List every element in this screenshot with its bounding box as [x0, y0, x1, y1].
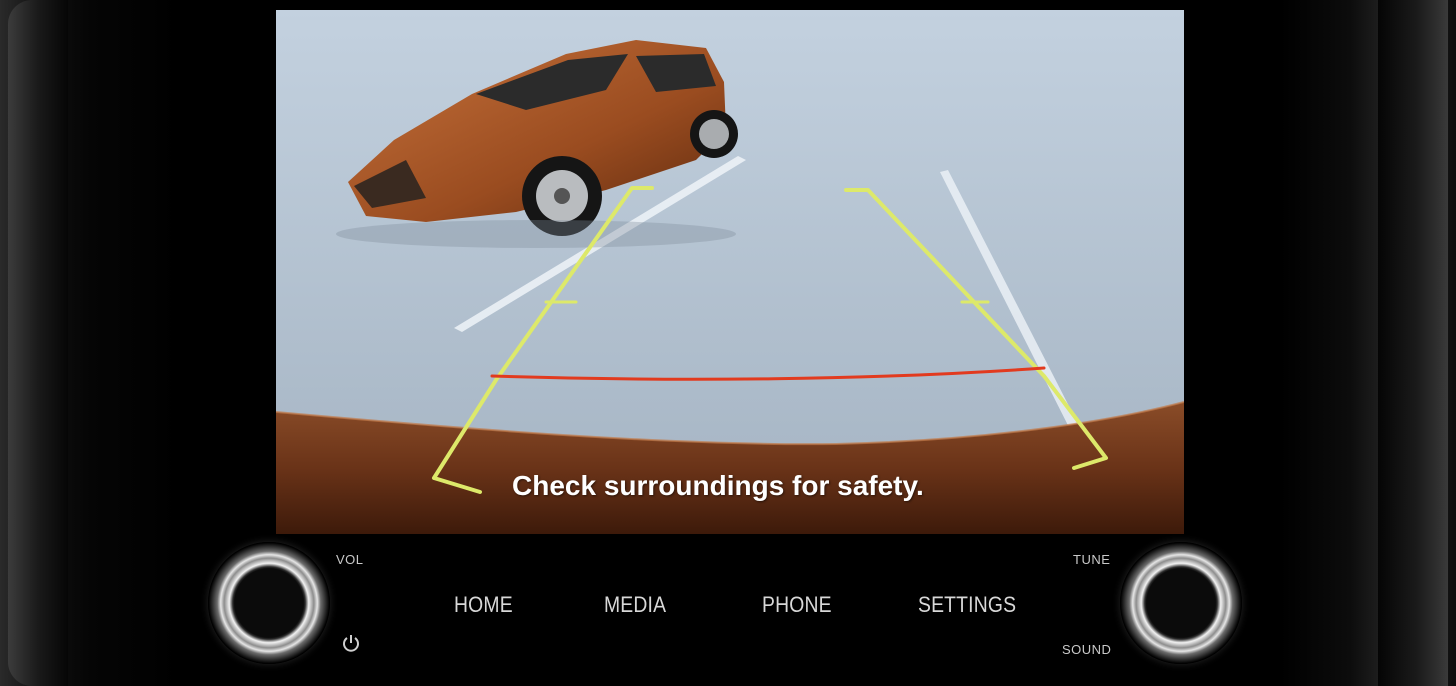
bezel-left-trim [8, 0, 68, 686]
sound-label: SOUND [1062, 642, 1112, 657]
tune-label: TUNE [1073, 552, 1111, 567]
vol-label: VOL [336, 552, 364, 567]
settings-button[interactable]: SETTINGS [918, 592, 1016, 618]
media-button[interactable]: MEDIA [604, 592, 666, 618]
volume-knob[interactable] [208, 542, 330, 664]
rear-camera-view: Check surroundings for safety. [276, 10, 1184, 534]
phone-button[interactable]: PHONE [762, 592, 832, 618]
camera-image [276, 10, 1184, 534]
bezel-right-trim [1378, 0, 1448, 686]
tune-sound-knob[interactable] [1120, 542, 1242, 664]
home-button[interactable]: HOME [454, 592, 513, 618]
safety-warning-text: Check surroundings for safety. [512, 470, 924, 501]
power-icon[interactable] [340, 632, 362, 654]
